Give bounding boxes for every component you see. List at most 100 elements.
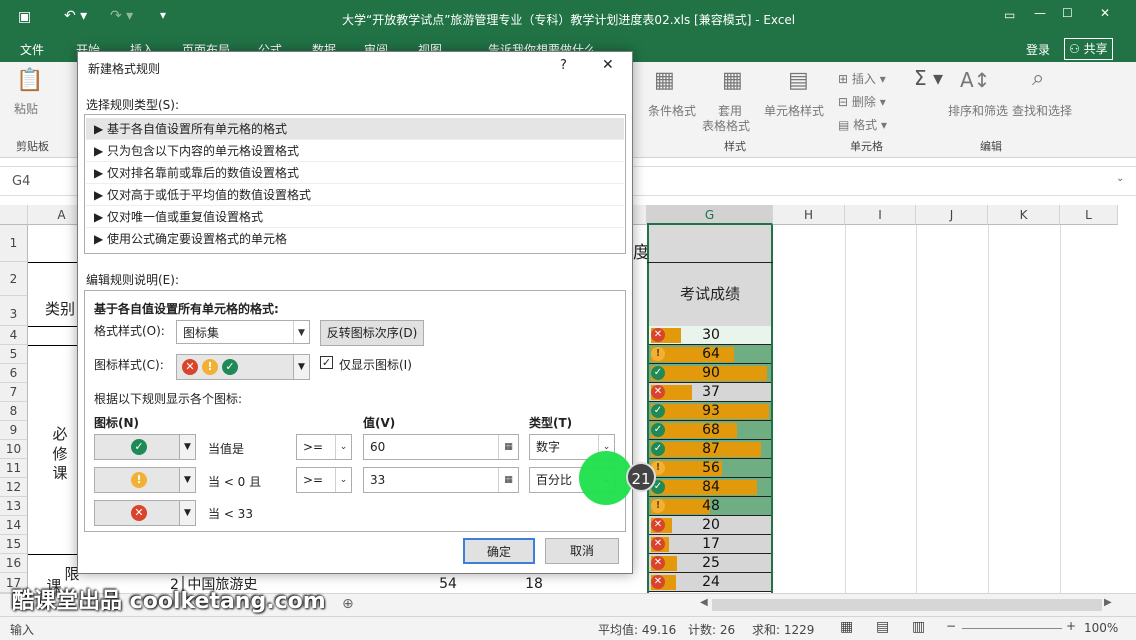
score-column[interactable]: ✕ 30! 64 ✓ 90 ✕ 37 ✓ 93 ✓ 68 ✓ 87! 56 ✓ 84! 48 ✕ 20 ✕ 17 ✕ 25 ✕… bbox=[647, 326, 773, 593]
conditional-format-icon[interactable]: ▦ bbox=[654, 68, 675, 93]
row-header[interactable]: 2 bbox=[0, 262, 28, 296]
score-cell[interactable]: ! 56 bbox=[649, 459, 771, 478]
rule-type-item[interactable]: ▶ 仅对排名靠前或靠后的数值设置格式 bbox=[86, 162, 624, 184]
horizontal-scrollbar[interactable] bbox=[712, 599, 1102, 611]
paste-icon[interactable]: 📋 bbox=[16, 68, 43, 93]
sort-filter-icon[interactable]: A↕ bbox=[960, 68, 990, 92]
range-picker-icon[interactable]: ▦ bbox=[498, 435, 518, 459]
zoom-out-icon[interactable]: − bbox=[946, 619, 956, 633]
score-cell[interactable]: ✕ 24 bbox=[649, 573, 771, 592]
rule1-icon-select[interactable]: ✓ ▼ bbox=[94, 434, 196, 460]
rule-type-item[interactable]: ▶ 只为包含以下内容的单元格设置格式 bbox=[86, 140, 624, 162]
reverse-icon-order-button[interactable]: 反转图标次序(D) bbox=[320, 320, 424, 346]
column-header-k[interactable]: K bbox=[988, 205, 1060, 225]
autosum-icon[interactable]: Σ ▾ bbox=[914, 66, 943, 90]
close-window-icon[interactable]: ✕ bbox=[1100, 6, 1110, 20]
score-cell[interactable]: ! 64 bbox=[649, 345, 771, 364]
row-header[interactable]: 16 bbox=[0, 554, 28, 573]
rule2-value-input[interactable]: 33 ▦ bbox=[363, 467, 519, 493]
row-header[interactable]: 4 bbox=[0, 326, 28, 345]
row-header[interactable]: 3 bbox=[0, 296, 28, 326]
rule2-icon-select[interactable]: ! ▼ bbox=[94, 467, 196, 493]
table-format-label-2[interactable]: 表格格式 bbox=[702, 117, 750, 134]
score-cell[interactable]: ✓ 90 bbox=[649, 364, 771, 383]
tab-file[interactable]: 文件 bbox=[20, 41, 44, 58]
format-cells-button[interactable]: ▤ 格式 ▾ bbox=[838, 116, 887, 133]
row-header[interactable]: 6 bbox=[0, 364, 28, 383]
save-icon[interactable]: ▣ bbox=[18, 9, 31, 25]
score-cell[interactable]: ! 48 bbox=[649, 497, 771, 516]
login-link[interactable]: 登录 bbox=[1026, 41, 1050, 58]
page-break-view-icon[interactable]: ▥ bbox=[912, 619, 925, 635]
row-header[interactable]: 1 bbox=[0, 225, 28, 262]
row-header[interactable]: 14 bbox=[0, 516, 28, 535]
find-select-label[interactable]: 查找和选择 bbox=[1012, 102, 1072, 119]
score-cell[interactable]: ✕ 30 bbox=[649, 326, 771, 345]
rule-type-item[interactable]: ▶ 仅对唯一值或重复值设置格式 bbox=[86, 206, 624, 228]
table-format-icon[interactable]: ▦ bbox=[722, 68, 743, 93]
ok-button[interactable]: 确定 bbox=[463, 538, 535, 564]
score-cell[interactable]: ✓ 93 bbox=[649, 402, 771, 421]
row-header[interactable]: 5 bbox=[0, 345, 28, 364]
column-header-i[interactable]: I bbox=[845, 205, 916, 225]
score-cell[interactable]: ✕ 25 bbox=[649, 554, 771, 573]
row-header[interactable]: 10 bbox=[0, 440, 28, 459]
rule-type-item[interactable]: ▶ 使用公式确定要设置格式的单元格 bbox=[86, 228, 624, 250]
score-cell[interactable]: ✓ 84 bbox=[649, 478, 771, 497]
cell-style-icon[interactable]: ▤ bbox=[788, 68, 809, 93]
row-header[interactable]: 15 bbox=[0, 535, 28, 554]
show-icon-only-checkbox[interactable]: ✓ bbox=[320, 356, 333, 369]
name-box[interactable]: G4 bbox=[12, 174, 30, 189]
cancel-button[interactable]: 取消 bbox=[545, 538, 619, 564]
score-cell[interactable]: ✓ 68 bbox=[649, 421, 771, 440]
find-select-icon[interactable]: ⌕ bbox=[1032, 66, 1044, 91]
column-header-g[interactable]: G bbox=[647, 205, 773, 225]
redo-icon[interactable]: ↷ ▾ bbox=[110, 8, 133, 24]
close-dialog-button[interactable]: ✕ bbox=[602, 57, 614, 73]
column-header-l[interactable]: L bbox=[1060, 205, 1118, 225]
range-picker-icon[interactable]: ▦ bbox=[498, 468, 518, 492]
add-sheet-icon[interactable]: ⊕ bbox=[342, 596, 354, 612]
scroll-left-icon[interactable]: ◀ bbox=[700, 597, 708, 608]
column-header-j[interactable]: J bbox=[916, 205, 988, 225]
zoom-slider[interactable] bbox=[962, 628, 1062, 629]
scroll-right-icon[interactable]: ▶ bbox=[1104, 597, 1112, 608]
score-cell[interactable]: ✕ 17 bbox=[649, 535, 771, 554]
customize-qat-icon[interactable]: ▾ bbox=[160, 8, 166, 22]
zoom-in-icon[interactable]: + bbox=[1066, 619, 1076, 633]
icon-style-select[interactable]: ✕ ! ✓ ▼ bbox=[176, 354, 310, 380]
undo-icon[interactable]: ↶ ▾ bbox=[64, 8, 87, 24]
zoom-level[interactable]: 100% bbox=[1084, 621, 1118, 635]
minimize-icon[interactable]: — bbox=[1034, 6, 1046, 20]
row-header[interactable]: 11 bbox=[0, 459, 28, 478]
conditional-format-label[interactable]: 条件格式 bbox=[648, 102, 696, 119]
cell-style-label[interactable]: 单元格样式 bbox=[764, 102, 824, 119]
maximize-icon[interactable]: ☐ bbox=[1062, 6, 1073, 20]
select-all-corner[interactable] bbox=[0, 205, 28, 225]
row-header[interactable]: 8 bbox=[0, 402, 28, 421]
expand-formula-icon[interactable]: ⌄ bbox=[1116, 173, 1124, 184]
score-cell[interactable]: ✕ 20 bbox=[649, 516, 771, 535]
score-cell[interactable]: ✕ 37 bbox=[649, 383, 771, 402]
score-cell[interactable]: ✓ 87 bbox=[649, 440, 771, 459]
normal-view-icon[interactable]: ▦ bbox=[840, 619, 853, 635]
row-header[interactable]: 9 bbox=[0, 421, 28, 440]
row-header[interactable]: 12 bbox=[0, 478, 28, 497]
share-button[interactable]: ⚇ 共享 bbox=[1064, 38, 1113, 60]
rule1-operator-select[interactable]: >= ⌄ bbox=[296, 434, 352, 460]
row-header[interactable]: 7 bbox=[0, 383, 28, 402]
delete-cells-button[interactable]: ⊟ 删除 ▾ bbox=[838, 93, 886, 110]
rule2-operator-select[interactable]: >= ⌄ bbox=[296, 467, 352, 493]
rule-type-item[interactable]: ▶ 基于各自值设置所有单元格的格式 bbox=[86, 118, 624, 140]
format-style-select[interactable]: 图标集 ▼ bbox=[176, 320, 310, 344]
insert-cells-button[interactable]: ⊞ 插入 ▾ bbox=[838, 70, 886, 87]
ribbon-options-icon[interactable]: ▭ bbox=[1004, 8, 1015, 22]
help-button[interactable]: ? bbox=[560, 58, 567, 73]
rule1-value-input[interactable]: 60 ▦ bbox=[363, 434, 519, 460]
row-header[interactable]: 13 bbox=[0, 497, 28, 516]
sort-filter-label[interactable]: 排序和筛选 bbox=[948, 102, 1008, 119]
column-header-h[interactable]: H bbox=[773, 205, 845, 225]
column-header-f[interactable] bbox=[633, 205, 647, 225]
rule-type-item[interactable]: ▶ 仅对高于或低于平均值的数值设置格式 bbox=[86, 184, 624, 206]
rule3-icon-select[interactable]: ✕ ▼ bbox=[94, 500, 196, 526]
